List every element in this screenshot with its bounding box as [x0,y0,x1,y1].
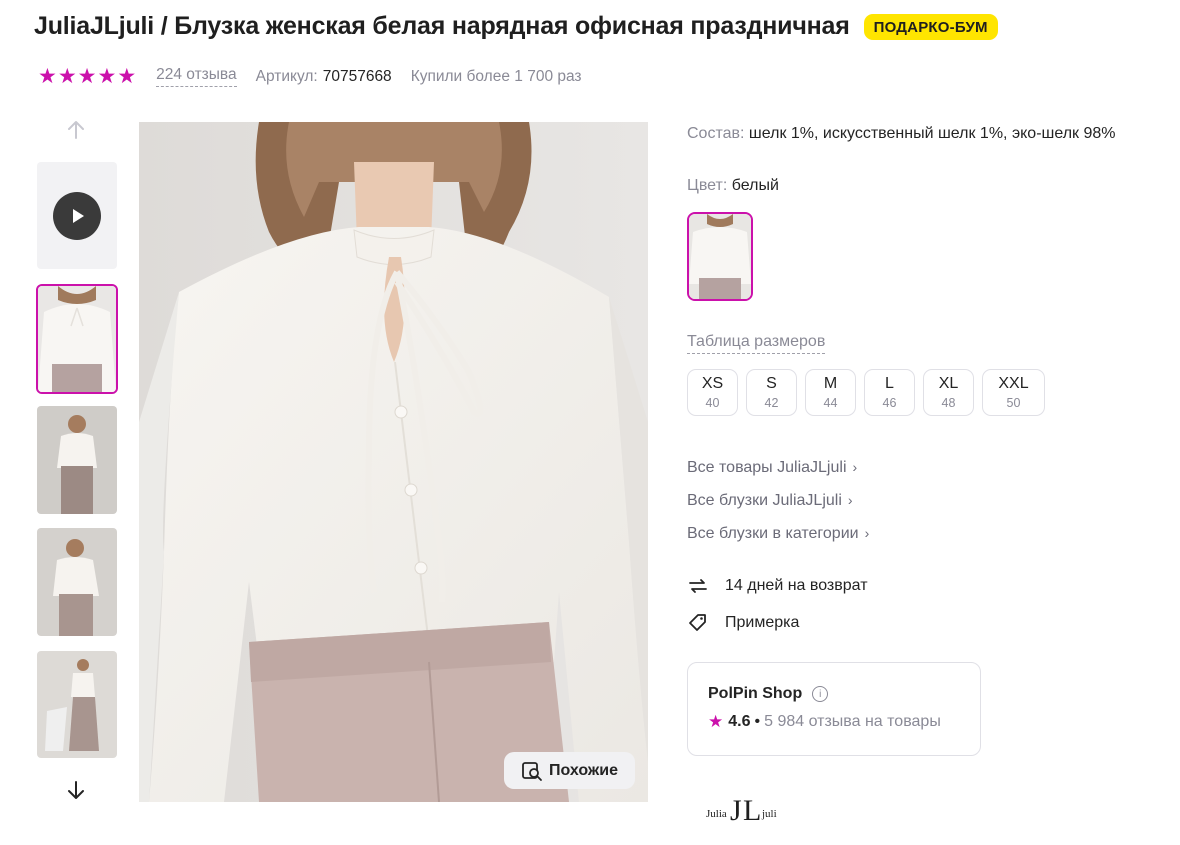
article-label: Артикул: [255,67,318,85]
size-number: 46 [882,395,897,410]
bought-count: Купили более 1 700 раз [410,67,582,85]
svg-text:juli: juli [761,808,777,820]
similar-button[interactable]: Похожие [504,752,635,789]
size-number: 40 [705,395,720,410]
composition-label: Состав: [687,125,745,142]
main-product-photo[interactable] [139,122,648,802]
size-name: L [885,374,894,392]
link-label: Все блузки JuliaJLjuli [687,492,842,509]
seller-score: 4.6 [728,713,751,730]
thumbnail-photo-1[interactable] [36,284,118,394]
size-number: 48 [941,395,956,410]
size-option-l[interactable]: L 46 [864,369,915,416]
all-brand-blouses-link[interactable]: Все блузки JuliaJLjuli › [687,492,869,512]
article-value: 70757668 [322,67,392,85]
svg-text:L: L [743,794,761,827]
size-number: 50 [1006,395,1021,410]
separator-dot: • [754,713,761,730]
composition-value: шелк 1%, искусственный шелк 1%, эко-шелк… [748,125,1116,142]
size-option-m[interactable]: M 44 [805,369,856,416]
play-icon [53,191,101,240]
size-number: 44 [823,395,838,410]
category-links: Все товары JuliaJLjuli › Все блузки Julia… [687,459,869,545]
fitting-text: Примерка [725,614,800,631]
tag-icon [689,614,706,631]
chevron-right-icon: › [847,492,853,508]
chevron-right-icon: › [852,459,858,475]
size-option-s[interactable]: S 42 [746,369,797,416]
fitting-option: Примерка [687,612,799,634]
thumbnail-photo-3[interactable] [37,528,117,636]
seller-reviews[interactable]: 5 984 отзыва на товары [764,713,941,731]
brand-logo[interactable]: Julia J L juli [706,783,786,831]
chevron-right-icon: › [864,525,870,541]
rating-stars: ★ ★ ★ ★ ★ [38,64,137,88]
size-name: XS [701,374,724,392]
star-icon: ★ [97,64,117,88]
svg-text:J: J [730,794,742,827]
size-option-xxl[interactable]: XXL 50 [982,369,1045,416]
size-name: XXL [998,374,1029,392]
star-icon: ★ [38,64,57,88]
star-icon: ★ [57,64,77,88]
star-icon: ★ [117,64,137,88]
similar-search-icon [522,761,542,781]
size-name: M [823,374,838,392]
thumbnail-video[interactable] [37,162,117,269]
all-brand-items-link[interactable]: Все товары JuliaJLjuli › [687,459,869,479]
all-category-blouses-link[interactable]: Все блузки в категории › [687,525,869,545]
star-icon: ★ [77,64,97,88]
return-arrows-icon [689,579,707,593]
info-icon[interactable]: i [812,686,829,702]
seller-name[interactable]: PolPin Shop [708,685,802,703]
size-option-xs[interactable]: XS 40 [687,369,738,416]
size-option-xl[interactable]: XL 48 [923,369,974,416]
title-row: JuliaJLjuli / Блузка женская белая наряд… [34,12,998,41]
size-name: S [766,374,777,392]
link-label: Все блузки в категории [687,525,859,542]
thumbnail-photo-4[interactable] [37,651,117,758]
size-name: XL [938,374,959,392]
gallery-down-arrow-icon[interactable] [64,778,88,802]
composition: Состав: шелк 1%, искусственный шелк 1%, … [687,125,1116,143]
link-label: Все товары JuliaJLjuli [687,459,847,476]
return-text: 14 дней на возврат [725,577,868,594]
size-table-link[interactable]: Таблица размеров [687,333,826,354]
size-number: 42 [764,395,779,410]
color-label: Цвет: [687,177,728,194]
seller-name-row: PolPin Shop i [708,685,960,703]
product-title: JuliaJLjuli / Блузка женская белая наряд… [34,12,850,40]
meta-row: ★ ★ ★ ★ ★ 224 отзыва Артикул: 70757668 К… [38,66,582,87]
reviews-link[interactable]: 224 отзыва [156,66,237,87]
color-value: белый [731,177,779,194]
similar-label: Похожие [548,761,618,779]
seller-card[interactable]: PolPin Shop i ★ 4.6 • 5 984 отзыва на то… [687,662,981,756]
thumbnail-photo-2[interactable] [37,406,117,514]
return-policy: 14 дней на возврат [687,575,868,597]
promo-badge[interactable]: ПОДАРКО-БУМ [863,13,998,40]
color-swatch-white[interactable] [687,212,753,301]
size-selector: XS 40 S 42 M 44 L 46 XL 48 XXL 50 [687,369,1045,416]
color-line: Цвет: белый [687,177,779,195]
svg-text:Julia: Julia [706,808,727,820]
seller-rating: ★ 4.6 • 5 984 отзыва на товары [708,712,960,732]
gallery-up-arrow-icon[interactable] [64,118,88,142]
star-icon: ★ [708,712,724,731]
